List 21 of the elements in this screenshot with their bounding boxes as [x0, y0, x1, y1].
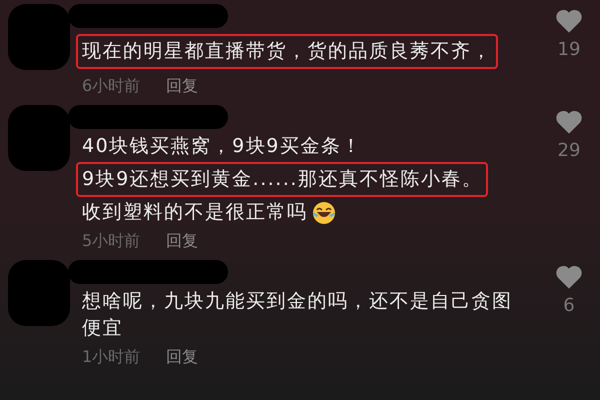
heart-icon[interactable] [555, 8, 583, 34]
comment-time: 1小时前 [82, 346, 140, 368]
heart-icon[interactable] [555, 264, 583, 290]
reply-link[interactable]: 回复 [166, 346, 198, 368]
like-count: 29 [558, 139, 580, 163]
laughing-emoji-icon [312, 200, 336, 224]
comment-text: 想啥呢，九块九能买到金的吗，还不是自己贪图便宜 [82, 289, 514, 341]
redacted-avatar [8, 260, 70, 326]
comment-time: 6小时前 [82, 75, 140, 97]
reply-link[interactable]: 回复 [166, 75, 198, 97]
reply-link[interactable]: 回复 [166, 230, 198, 252]
comment-text: 收到塑料的不是很正常吗 [82, 200, 308, 225]
comment-text: 40块钱买燕窝，9块9买金条！ [82, 134, 362, 159]
comment-text: 9块9还想买到黄金......那还真不怪陈小春。 [76, 162, 488, 197]
comment-time: 5小时前 [82, 230, 140, 252]
like-count: 6 [563, 294, 575, 318]
like-count: 19 [558, 38, 580, 62]
redacted-avatar [8, 105, 70, 171]
comment-text: 现在的明星都直播带货，货的品质良莠不齐， [76, 34, 498, 69]
heart-icon[interactable] [555, 109, 583, 135]
redacted-avatar [8, 4, 70, 70]
